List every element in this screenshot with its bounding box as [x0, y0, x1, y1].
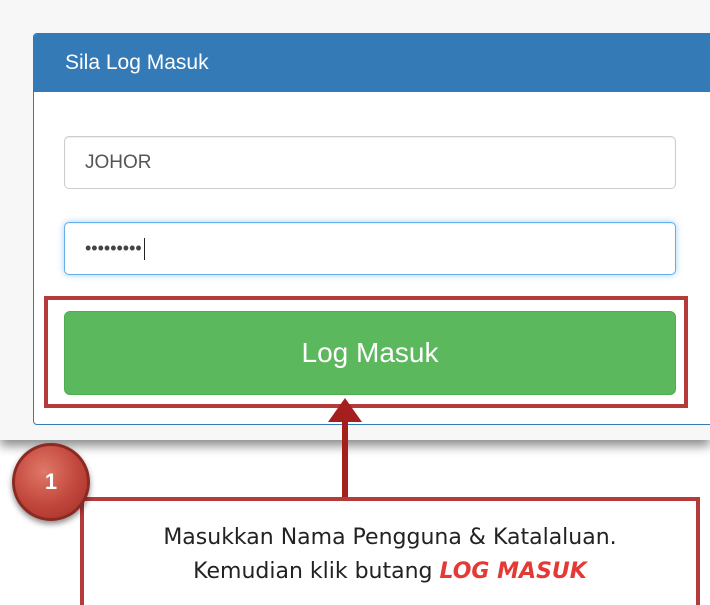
instruction-line-2: Kemudian klik butang LOG MASUK	[84, 555, 696, 589]
instruction-line-2-prefix: Kemudian klik butang	[193, 559, 440, 584]
username-field[interactable]: JOHOR	[64, 136, 676, 189]
instruction-emphasis: LOG MASUK	[439, 559, 587, 584]
password-value: •••••••••	[85, 238, 142, 258]
instruction-callout: Masukkan Nama Pengguna & Katalaluan. Kem…	[80, 497, 700, 605]
arrow-shaft	[342, 418, 348, 498]
text-caret	[143, 237, 145, 260]
username-value: JOHOR	[85, 152, 152, 173]
login-button-highlight	[44, 296, 688, 408]
panel-heading: Sila Log Masuk	[34, 34, 710, 92]
password-field[interactable]: •••••••••	[64, 222, 676, 275]
instruction-line-1: Masukkan Nama Pengguna & Katalaluan.	[163, 525, 617, 550]
step-number-badge: 1	[12, 443, 90, 521]
arrow-up-icon	[328, 398, 362, 422]
